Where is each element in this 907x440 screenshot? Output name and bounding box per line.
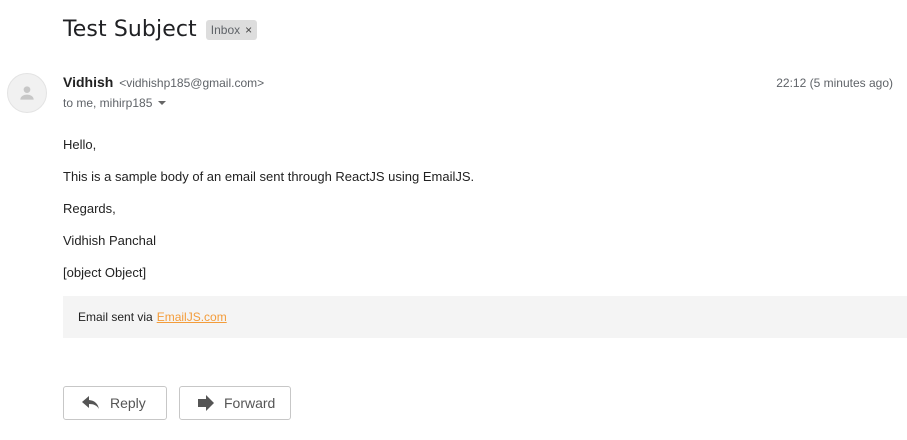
recipients-text: to me, mihirp185 — [63, 96, 153, 110]
label-text: Inbox — [210, 22, 241, 37]
subject-row: Test Subject Inbox × — [63, 17, 258, 42]
reply-arrow-icon — [82, 396, 99, 409]
body-line: Hello, — [63, 137, 97, 152]
timestamp: 22:12 (5 minutes ago) — [776, 76, 893, 90]
forward-button[interactable]: Forward — [179, 386, 291, 420]
remove-label-icon[interactable]: × — [245, 23, 252, 37]
chevron-down-icon[interactable] — [158, 101, 167, 105]
reply-label: Reply — [110, 395, 146, 411]
email-subject: Test Subject — [63, 17, 197, 42]
reply-button[interactable]: Reply — [63, 386, 167, 420]
inbox-label-chip[interactable]: Inbox × — [205, 19, 258, 40]
forward-arrow-icon — [198, 395, 214, 411]
recipients-row: to me, mihirp185 — [63, 96, 167, 110]
avatar[interactable] — [7, 73, 47, 113]
sender-name[interactable]: Vidhish — [63, 74, 113, 90]
emailjs-link[interactable]: EmailJS.com — [157, 310, 227, 324]
person-icon — [20, 86, 34, 100]
body-line: [object Object] — [63, 265, 147, 280]
emailjs-footer: Email sent via EmailJS.com — [63, 296, 907, 338]
body-line: This is a sample body of an email sent t… — [63, 169, 475, 184]
sender-row: Vidhish <vidhishp185@gmail.com> — [63, 74, 264, 90]
footer-label: Email sent via — [78, 310, 153, 324]
forward-label: Forward — [224, 395, 276, 411]
body-line: Regards, — [63, 201, 116, 216]
footer-text: Email sent via EmailJS.com — [78, 310, 227, 324]
body-line: Vidhish Panchal — [63, 233, 156, 248]
sender-email: <vidhishp185@gmail.com> — [119, 76, 265, 90]
